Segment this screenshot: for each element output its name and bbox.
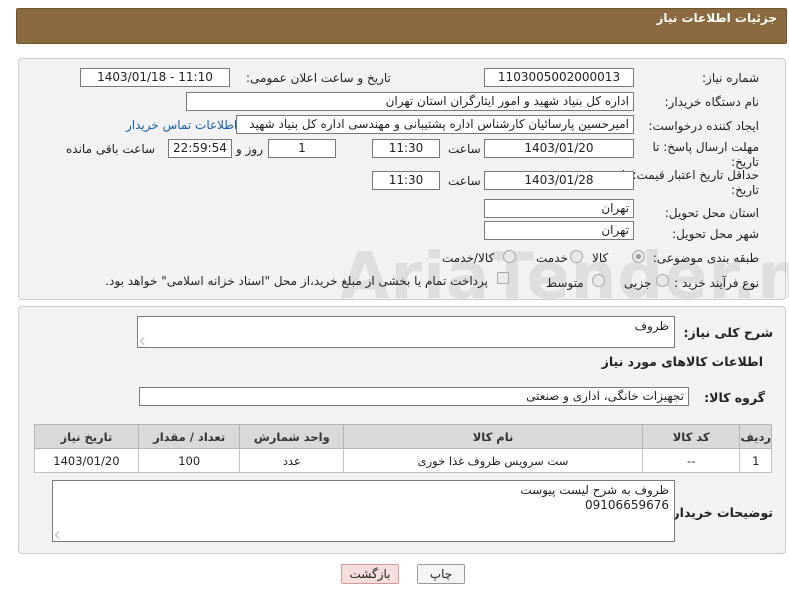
city-label: شهر محل تحویل: (672, 227, 759, 241)
category-option-goods: کالا (592, 251, 609, 265)
category-option-goods-service: کالا/خدمت (442, 251, 495, 265)
category-option-service: خدمت (536, 251, 568, 265)
buyer-field: اداره کل بنیاد شهید و امور ایثارگران است… (186, 92, 634, 111)
buyer-contact-link[interactable]: اطلاعات تماس خریدار (126, 118, 237, 132)
announce-label: تاریخ و ساعت اعلان عمومی: (246, 71, 391, 85)
goods-group-label: گروه کالا: (704, 390, 765, 405)
creator-label: ایجاد کننده درخواست: (648, 119, 759, 133)
goods-info-title: اطلاعات کالاهای مورد نیاز (601, 354, 763, 369)
process-type-label: نوع فرآیند خرید : (674, 276, 759, 290)
creator-field: امیرحسین پارسائیان کارشناس اداره پشتیبان… (236, 115, 634, 134)
price-validity-time-field: 11:30 (372, 171, 440, 190)
reply-deadline-label: مهلت ارسال پاسخ: تا (652, 140, 759, 154)
col-unit: واحد شمارش (239, 424, 345, 449)
need-number-label: شماره نیاز: (702, 71, 759, 85)
buyer-notes-textarea: ظروف به شرح لیست پیوست 09106659676 (52, 480, 675, 542)
buyer-notes-line2: 09106659676 (585, 498, 669, 512)
buyer-label: نام دستگاه خریدار: (664, 95, 760, 109)
price-validity-label-date: تاریخ: (731, 183, 759, 197)
col-quantity: تعداد / مقدار (137, 424, 241, 449)
resize-grip-icon (55, 531, 63, 539)
cell-code: -- (641, 448, 741, 473)
category-label: طبقه بندی موضوعی: (652, 251, 759, 265)
process-radio-medium[interactable] (592, 274, 605, 287)
table-row: 1 -- ست سرویس ظروف غذا خوری عدد 100 1403… (34, 448, 772, 473)
category-radio-service[interactable] (570, 250, 583, 263)
summary-label: شرح کلی نیاز: (683, 325, 773, 340)
page-title: جزئیات اطلاعات نیاز (656, 11, 777, 25)
col-code: کد کالا (641, 424, 741, 449)
province-field: تهران (484, 199, 634, 218)
back-button[interactable]: بازگشت (341, 564, 399, 584)
col-name: نام کالا (343, 424, 643, 449)
process-option-medium: متوسط (546, 276, 584, 290)
treasury-payment-note: پرداخت تمام یا بخشی از مبلغ خرید،از محل … (105, 274, 488, 288)
reply-deadline-label-date: تاریخ: (731, 155, 759, 169)
treasury-payment-checkbox[interactable] (497, 272, 509, 284)
remaining-time-field: 22:59:54 (168, 139, 232, 158)
cell-name: ست سرویس ظروف غذا خوری (343, 448, 643, 473)
cell-unit: عدد (239, 448, 345, 473)
goods-table: ردیف کد کالا نام کالا واحد شمارش تعداد /… (34, 424, 772, 473)
need-number-field: 1103005002000013 (484, 68, 634, 87)
cell-quantity: 100 (137, 448, 241, 473)
buyer-notes-label: توضیحات خریدار: (667, 505, 773, 520)
price-validity-date-field: 1403/01/28 (484, 171, 634, 190)
province-label: استان محل تحویل: (664, 206, 759, 220)
reply-time-label: ساعت (448, 142, 481, 156)
col-need-date: تاریخ نیاز (34, 424, 139, 449)
days-label: روز و (236, 142, 263, 156)
reply-date-field: 1403/01/20 (484, 139, 634, 158)
buyer-notes-line1: ظروف به شرح لیست پیوست (520, 483, 669, 497)
price-validity-time-label: ساعت (448, 174, 481, 188)
summary-text: ظروف (634, 319, 669, 333)
cell-row: 1 (739, 448, 772, 473)
process-radio-minor[interactable] (656, 274, 669, 287)
col-row: ردیف (739, 424, 772, 449)
goods-group-field: تجهیزات خانگی، اداری و صنعتی (139, 387, 689, 406)
process-option-minor: جزیی (624, 276, 652, 290)
price-validity-label: حداقل تاریخ اعتبار قیمت: تا (621, 168, 759, 182)
reply-time-field: 11:30 (372, 139, 440, 158)
print-button[interactable]: چاپ (417, 564, 465, 584)
days-remaining-field: 1 (268, 139, 336, 158)
city-field: تهران (484, 221, 634, 240)
category-radio-goods-service[interactable] (503, 250, 516, 263)
cell-need-date: 1403/01/20 (34, 448, 139, 473)
category-radio-goods[interactable] (632, 250, 645, 263)
remaining-time-label: ساعت باقی مانده (66, 142, 156, 156)
table-header-row: ردیف کد کالا نام کالا واحد شمارش تعداد /… (34, 424, 772, 449)
announce-field: 1403/01/18 - 11:10 (80, 68, 230, 87)
summary-textarea: ظروف (137, 316, 675, 348)
resize-grip-icon (140, 337, 148, 345)
